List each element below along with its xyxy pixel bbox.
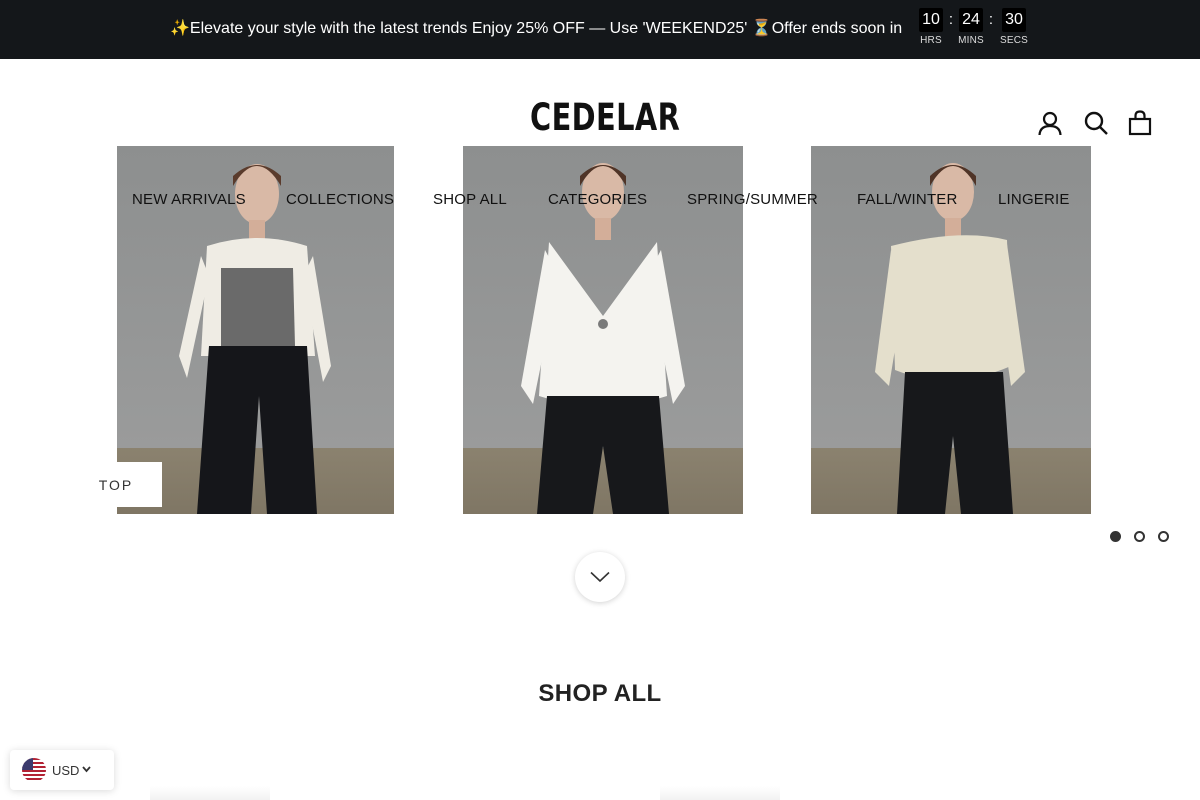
countdown-seconds-label: SECS (999, 35, 1029, 46)
page: ✨Elevate your style with the latest tren… (0, 0, 1200, 800)
us-flag-icon (22, 758, 46, 782)
chevron-down-icon (590, 571, 610, 583)
countdown-minutes-value: 24 (959, 8, 983, 32)
nav-item-shop-all[interactable]: SHOP ALL (433, 191, 507, 208)
nav-item-collections[interactable]: COLLECTIONS (286, 191, 394, 208)
slideshow-dot-1[interactable] (1110, 531, 1121, 542)
currency-code: USD (52, 762, 80, 778)
countdown-minutes-label: MINS (958, 35, 984, 46)
countdown-separator: : (948, 11, 954, 28)
announcement-bar: ✨Elevate your style with the latest tren… (0, 0, 1200, 59)
announcement-text: ✨Elevate your style with the latest tren… (170, 20, 903, 37)
nav-item-fall-winter[interactable]: FALL/WINTER (857, 191, 958, 208)
nav-item-spring-summer[interactable]: SPRING/SUMMER (687, 191, 818, 208)
scroll-down-button[interactable] (575, 552, 625, 602)
countdown-timer: 10 HRS : 24 MINS : 30 SECS (916, 8, 1032, 46)
main-navigation: NEW ARRIVALS COLLECTIONS SHOP ALL CATEGO… (0, 191, 1200, 211)
nav-item-categories[interactable]: CATEGORIES (548, 191, 647, 208)
slideshow-dot-2[interactable] (1134, 531, 1145, 542)
nav-item-new-arrivals[interactable]: NEW ARRIVALS (132, 191, 246, 208)
search-icon[interactable] (1083, 110, 1109, 136)
cart-icon[interactable] (1127, 110, 1153, 136)
slideshow-pagination (1110, 531, 1169, 542)
countdown-seconds-value: 30 (1002, 8, 1026, 32)
countdown-separator: : (988, 11, 994, 28)
account-icon[interactable] (1037, 110, 1063, 136)
countdown-hours: 10 HRS (916, 8, 946, 46)
store-logo[interactable]: CEDELAR (530, 96, 680, 139)
chevron-down-icon (82, 764, 92, 776)
countdown-hours-value: 10 (919, 8, 943, 32)
nav-item-lingerie[interactable]: LINGERIE (998, 191, 1070, 208)
slideshow-dot-3[interactable] (1158, 531, 1169, 542)
countdown-minutes: 24 MINS (956, 8, 986, 46)
section-title: SHOP ALL (538, 680, 662, 707)
product-card-peek (660, 786, 780, 800)
countdown-seconds: 30 SECS (996, 8, 1032, 46)
back-to-top-button[interactable]: TOP (70, 462, 162, 507)
product-card-peek (150, 786, 270, 800)
countdown-hours-label: HRS (920, 35, 942, 46)
currency-selector[interactable]: USD (10, 750, 114, 790)
